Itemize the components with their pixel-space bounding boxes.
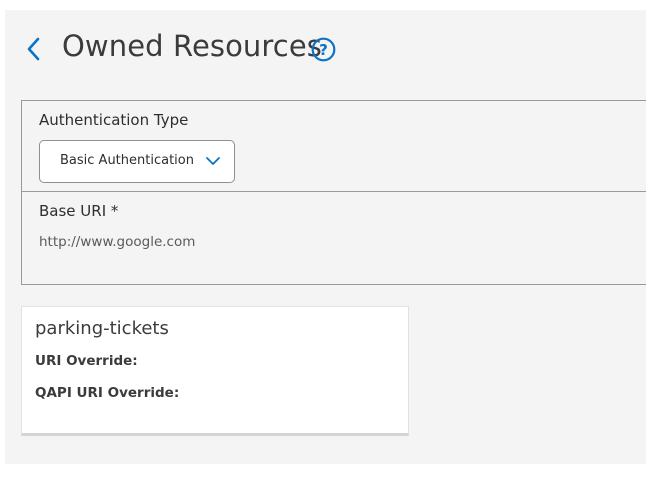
svg-text:?: ? [319, 41, 328, 59]
divider [22, 191, 646, 192]
chevron-down-icon [206, 157, 220, 165]
page-canvas: Owned Resources ? Authentication Type Ba… [5, 10, 646, 464]
auth-type-selected-value: Basic Authentication [60, 153, 194, 168]
question-circle-icon: ? [311, 37, 336, 62]
auth-type-select[interactable]: Basic Authentication [39, 140, 235, 183]
connection-form-panel: Authentication Type Basic Authentication… [21, 100, 646, 285]
base-uri-value: http://www.google.com [39, 234, 196, 250]
resource-name: parking-tickets [35, 318, 169, 339]
page-header: Owned Resources ? [5, 10, 646, 90]
uri-override-label: URI Override: [35, 353, 138, 369]
chevron-left-icon [27, 37, 40, 61]
help-button[interactable]: ? [311, 37, 336, 62]
base-uri-label: Base URI * [39, 202, 119, 220]
qapi-uri-override-label: QAPI URI Override: [35, 385, 180, 401]
auth-type-label: Authentication Type [39, 111, 189, 129]
page-title: Owned Resources [62, 29, 322, 63]
back-button[interactable] [23, 36, 45, 62]
resource-card[interactable]: parking-tickets URI Override: QAPI URI O… [21, 306, 409, 436]
